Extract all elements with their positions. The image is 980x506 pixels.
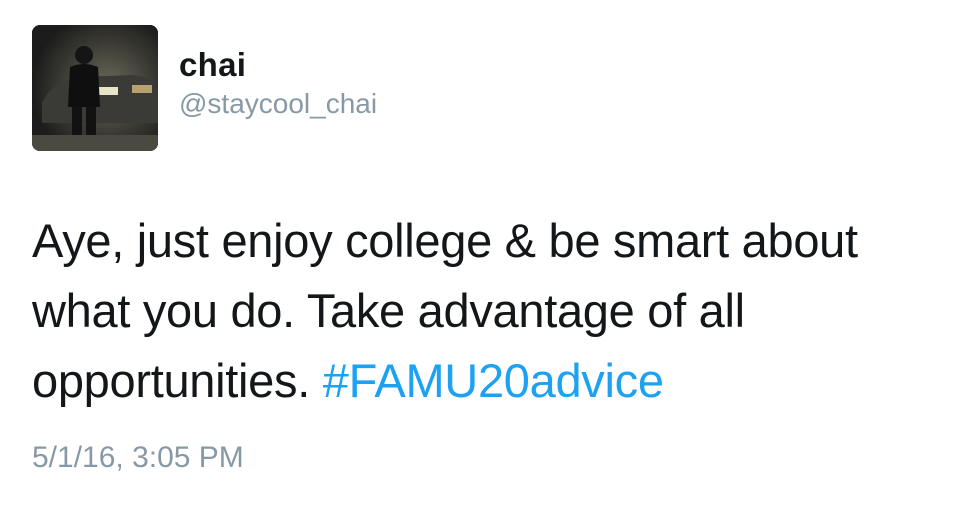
tweet-card: chai @staycool_chai Aye, just enjoy coll… <box>0 0 980 506</box>
avatar[interactable] <box>32 25 158 151</box>
tweet-text: Aye, just enjoy college & be smart about… <box>32 206 952 416</box>
hashtag-link[interactable]: #FAMU20advice <box>323 354 664 407</box>
user-handle[interactable]: @staycool_chai <box>179 88 377 120</box>
avatar-photo <box>32 25 158 151</box>
display-name[interactable]: chai <box>179 46 246 84</box>
tweet-timestamp[interactable]: 5/1/16, 3:05 PM <box>32 441 244 475</box>
